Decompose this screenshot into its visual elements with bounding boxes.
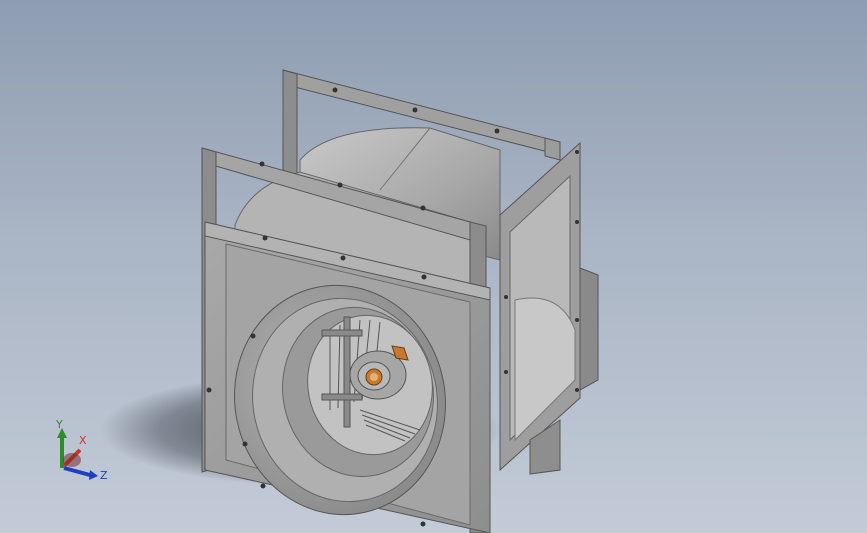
centrifugal-fan-model[interactable] — [0, 0, 867, 533]
coordinate-triad: Y X Z — [55, 418, 108, 482]
y-axis-label: Y — [55, 418, 63, 431]
side-outlet-frame — [499, 141, 599, 475]
z-axis-line — [63, 466, 91, 477]
triad-origin-shadow — [63, 453, 81, 467]
cad-3d-viewport[interactable]: Y X Z — [0, 0, 867, 533]
z-axis-label: Z — [100, 469, 108, 482]
x-axis-label: X — [79, 434, 87, 447]
z-axis-arrowhead — [89, 470, 98, 480]
